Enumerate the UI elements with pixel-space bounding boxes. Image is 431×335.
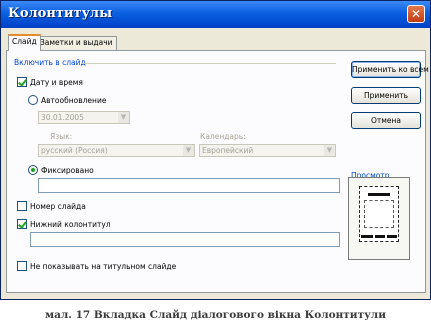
dialog-window: Колонтитулы ✕ Слайд Заметки и выдачи Вкл… — [0, 0, 431, 300]
dialog-title: Колонтитулы — [8, 6, 113, 21]
date-format-value: 30.01.2005 — [41, 113, 84, 122]
language-label: Язык: — [50, 132, 73, 141]
preview-date-placeholder — [361, 235, 373, 238]
apply-label: Применить — [363, 91, 409, 100]
footer-text-input[interactable] — [30, 232, 340, 247]
include-group-divider — [81, 63, 336, 64]
preview-number-placeholder — [387, 235, 397, 238]
figure-caption: мал. 17 Вкладка Слайд діалогового вікна … — [44, 309, 386, 321]
close-button[interactable]: ✕ — [407, 5, 425, 23]
auto-update-label: Автообновление — [41, 96, 107, 105]
language-value: русский (Россия) — [41, 146, 108, 155]
date-time-label: Дату и время — [30, 78, 83, 87]
calendar-label: Календарь: — [200, 132, 246, 141]
slide-number-label: Номер слайда — [30, 202, 86, 211]
footer-label: Нижний колонтитул — [30, 220, 111, 229]
chevron-down-icon: ▼ — [183, 145, 194, 156]
fixed-label: Фиксировано — [41, 166, 94, 175]
preview-pane — [348, 177, 410, 260]
chevron-down-icon: ▼ — [118, 112, 129, 123]
slide-preview — [359, 186, 399, 242]
cancel-button[interactable]: Отмена — [351, 112, 421, 129]
cancel-label: Отмена — [370, 116, 402, 125]
chevron-down-icon: ▼ — [324, 145, 335, 156]
close-icon: ✕ — [410, 7, 422, 21]
apply-to-all-button[interactable]: Применить ко всем — [351, 61, 429, 78]
calendar-value: Европейский — [202, 146, 254, 155]
tab-slide[interactable]: Слайд — [8, 34, 41, 51]
include-group-title: Включить в слайд — [14, 58, 86, 67]
language-combo[interactable]: русский (Россия) ▼ — [38, 144, 195, 157]
preview-body-placeholder — [364, 200, 394, 228]
apply-to-all-label: Применить ко всем — [352, 65, 429, 74]
preview-footer-placeholder — [375, 235, 385, 238]
fixed-date-input[interactable] — [38, 178, 340, 193]
date-time-checkbox[interactable] — [17, 77, 27, 87]
tab-slide-label: Слайд — [12, 37, 37, 46]
auto-update-radio[interactable] — [28, 95, 38, 105]
slide-number-checkbox[interactable] — [17, 201, 27, 211]
calendar-combo[interactable]: Европейский ▼ — [199, 144, 336, 157]
footer-checkbox[interactable] — [17, 219, 27, 229]
date-format-combo[interactable]: 30.01.2005 ▼ — [38, 111, 130, 124]
tab-notes-handouts-label: Заметки и выдачи — [40, 38, 113, 47]
hide-on-title-label: Не показывать на титульном слайде — [30, 262, 177, 271]
title-bar[interactable]: Колонтитулы ✕ — [1, 1, 430, 28]
fixed-radio[interactable] — [28, 165, 38, 175]
hide-on-title-checkbox[interactable] — [17, 261, 27, 271]
tab-notes-handouts[interactable]: Заметки и выдачи — [36, 36, 117, 50]
apply-button[interactable]: Применить — [351, 87, 421, 104]
preview-title-placeholder — [368, 193, 390, 196]
